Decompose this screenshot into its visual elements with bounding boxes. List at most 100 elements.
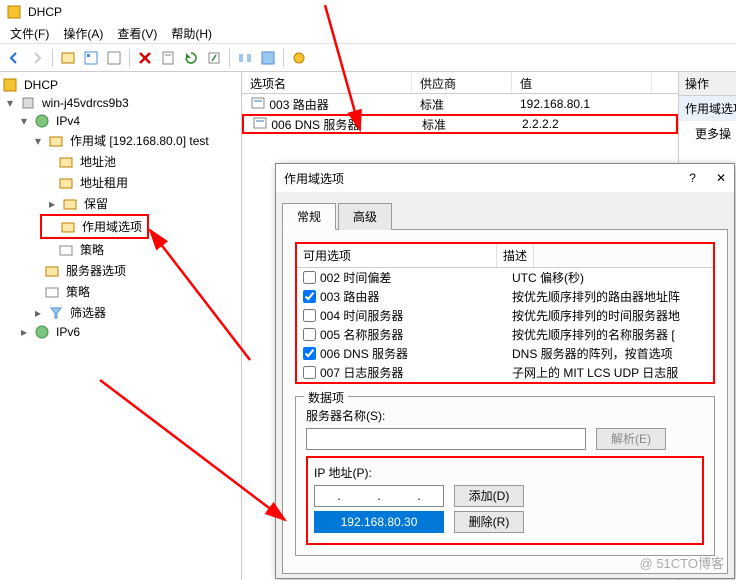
folder-icon — [62, 196, 78, 212]
delete-button[interactable] — [135, 48, 155, 68]
option-checkbox[interactable] — [303, 309, 316, 322]
tree-server[interactable]: win-j45vdrcs9b3 — [40, 95, 131, 111]
server-name-label: 服务器名称(S): — [306, 407, 704, 424]
actions-header: 操作 — [679, 72, 736, 96]
app-icon — [6, 4, 22, 20]
menu-file[interactable]: 文件(F) — [4, 24, 55, 43]
option-row[interactable]: 003 路由器按优先顺序排列的路由器地址阵 — [297, 287, 713, 306]
ipv6-icon — [34, 324, 50, 340]
menu-view[interactable]: 查看(V) — [111, 24, 163, 43]
resolve-button[interactable]: 解析(E) — [596, 428, 666, 450]
folder-icon — [58, 154, 74, 170]
toolbar-icon-3[interactable] — [104, 48, 124, 68]
forward-button[interactable] — [27, 48, 47, 68]
tree-policies[interactable]: 策略 — [78, 240, 106, 259]
col-name[interactable]: 选项名 — [242, 72, 412, 93]
actions-item1[interactable]: 作用域选项 — [679, 96, 736, 121]
toolbar — [0, 44, 736, 72]
menu-action[interactable]: 操作(A) — [57, 24, 109, 43]
expand-icon[interactable]: ▾ — [32, 134, 44, 148]
options-col1: 可用选项 — [297, 244, 497, 267]
tree-addresspool[interactable]: 地址池 — [78, 152, 118, 171]
tree-policies2[interactable]: 策略 — [64, 282, 92, 301]
list-row-highlighted[interactable]: 006 DNS 服务器 标准 2.2.2.2 — [242, 114, 678, 134]
option-desc: 按优先顺序排列的名称服务器 [ — [512, 326, 675, 343]
expand-icon[interactable]: ▸ — [32, 306, 44, 320]
tree-filters[interactable]: 筛选器 — [68, 303, 108, 322]
toolbar-icon-4[interactable] — [158, 48, 178, 68]
option-desc: 子网上的 MIT LCS UDP 日志服 — [512, 364, 678, 381]
tab-general[interactable]: 常规 — [282, 203, 336, 230]
help-button[interactable]: ? — [689, 171, 696, 185]
menu-bar: 文件(F) 操作(A) 查看(V) 帮助(H) — [0, 24, 736, 44]
expand-icon[interactable]: ▸ — [18, 325, 30, 339]
option-label: 005 名称服务器 — [320, 326, 508, 343]
toolbar-icon-6[interactable] — [258, 48, 278, 68]
tree-scopeoptions[interactable]: 作用域选项 — [80, 217, 144, 236]
folder-icon — [58, 175, 74, 191]
menu-help[interactable]: 帮助(H) — [165, 24, 218, 43]
option-row[interactable]: 002 时间偏差UTC 偏移(秒) — [297, 268, 713, 287]
ip-address-selected[interactable]: 192.168.80.30 — [314, 511, 444, 533]
tree-root[interactable]: DHCP — [22, 77, 60, 93]
scope-icon — [48, 133, 64, 149]
tree-scope[interactable]: 作用域 [192.168.80.0] test — [68, 131, 211, 150]
actions-item2[interactable]: 更多操 — [679, 121, 736, 146]
folder-icon — [44, 263, 60, 279]
expand-icon[interactable]: ▾ — [4, 96, 16, 110]
scope-options-dialog: 作用域选项 ? ✕ 常规 高级 可用选项 描述 002 时间偏差UTC 偏移(秒… — [275, 163, 735, 579]
refresh-button[interactable] — [181, 48, 201, 68]
option-checkbox[interactable] — [303, 290, 316, 303]
option-label: 004 时间服务器 — [320, 307, 508, 324]
toolbar-icon-7[interactable] — [289, 48, 309, 68]
data-fieldset-title: 数据项 — [304, 389, 348, 406]
folder-icon — [58, 242, 74, 258]
dhcp-icon — [2, 77, 18, 93]
expand-icon[interactable]: ▸ — [46, 197, 58, 211]
options-list: 可用选项 描述 002 时间偏差UTC 偏移(秒)003 路由器按优先顺序排列的… — [295, 242, 715, 384]
ip-address-label: IP 地址(P): — [314, 464, 696, 481]
tree-pane: DHCP ▾ win-j45vdrcs9b3 ▾ IPv4 ▾ 作用域 [192.16… — [0, 72, 242, 580]
toolbar-icon-5[interactable] — [235, 48, 255, 68]
ip-address-group: IP 地址(P): ... 添加(D) 192.168.80.30 删除(R) — [306, 456, 704, 545]
option-icon — [250, 96, 266, 112]
ip-address-input[interactable]: ... — [314, 485, 444, 507]
tree-ipv6[interactable]: IPv6 — [54, 324, 82, 340]
option-desc: 按优先顺序排列的时间服务器地 — [512, 307, 680, 324]
option-row[interactable]: 004 时间服务器按优先顺序排列的时间服务器地 — [297, 306, 713, 325]
tree-serveroptions[interactable]: 服务器选项 — [64, 261, 128, 280]
tree-ipv4[interactable]: IPv4 — [54, 113, 82, 129]
option-desc: DNS 服务器的阵列，按首选项 — [512, 345, 673, 362]
col-value[interactable]: 值 — [512, 72, 652, 93]
option-row[interactable]: 005 名称服务器按优先顺序排列的名称服务器 [ — [297, 325, 713, 344]
add-button[interactable]: 添加(D) — [454, 485, 524, 507]
expand-icon[interactable]: ▾ — [18, 114, 30, 128]
dialog-title: 作用域选项 — [284, 170, 344, 187]
tree-reservations[interactable]: 保留 — [82, 194, 110, 213]
tab-advanced[interactable]: 高级 — [338, 203, 392, 230]
option-checkbox[interactable] — [303, 347, 316, 360]
tab-strip: 常规 高级 — [282, 202, 728, 230]
list-row[interactable]: 003 路由器 标准 192.168.80.1 — [242, 94, 678, 114]
toolbar-icon-1[interactable] — [58, 48, 78, 68]
server-name-input[interactable] — [306, 428, 586, 450]
option-checkbox[interactable] — [303, 271, 316, 284]
export-button[interactable] — [204, 48, 224, 68]
option-icon — [252, 116, 268, 132]
delete-button[interactable]: 删除(R) — [454, 511, 524, 533]
option-desc: 按优先顺序排列的路由器地址阵 — [512, 288, 680, 305]
option-label: 003 路由器 — [320, 288, 508, 305]
tree-leases[interactable]: 地址租用 — [78, 173, 130, 192]
option-checkbox[interactable] — [303, 328, 316, 341]
list-header: 选项名 供应商 值 — [242, 72, 678, 94]
folder-icon — [44, 284, 60, 300]
back-button[interactable] — [4, 48, 24, 68]
option-row[interactable]: 006 DNS 服务器DNS 服务器的阵列，按首选项 — [297, 344, 713, 363]
option-row[interactable]: 007 日志服务器子网上的 MIT LCS UDP 日志服 — [297, 363, 713, 382]
toolbar-icon-2[interactable] — [81, 48, 101, 68]
close-button[interactable]: ✕ — [716, 171, 726, 185]
window-title: DHCP — [28, 5, 62, 19]
option-checkbox[interactable] — [303, 366, 316, 379]
dialog-titlebar: 作用域选项 ? ✕ — [276, 164, 734, 192]
col-vendor[interactable]: 供应商 — [412, 72, 512, 93]
